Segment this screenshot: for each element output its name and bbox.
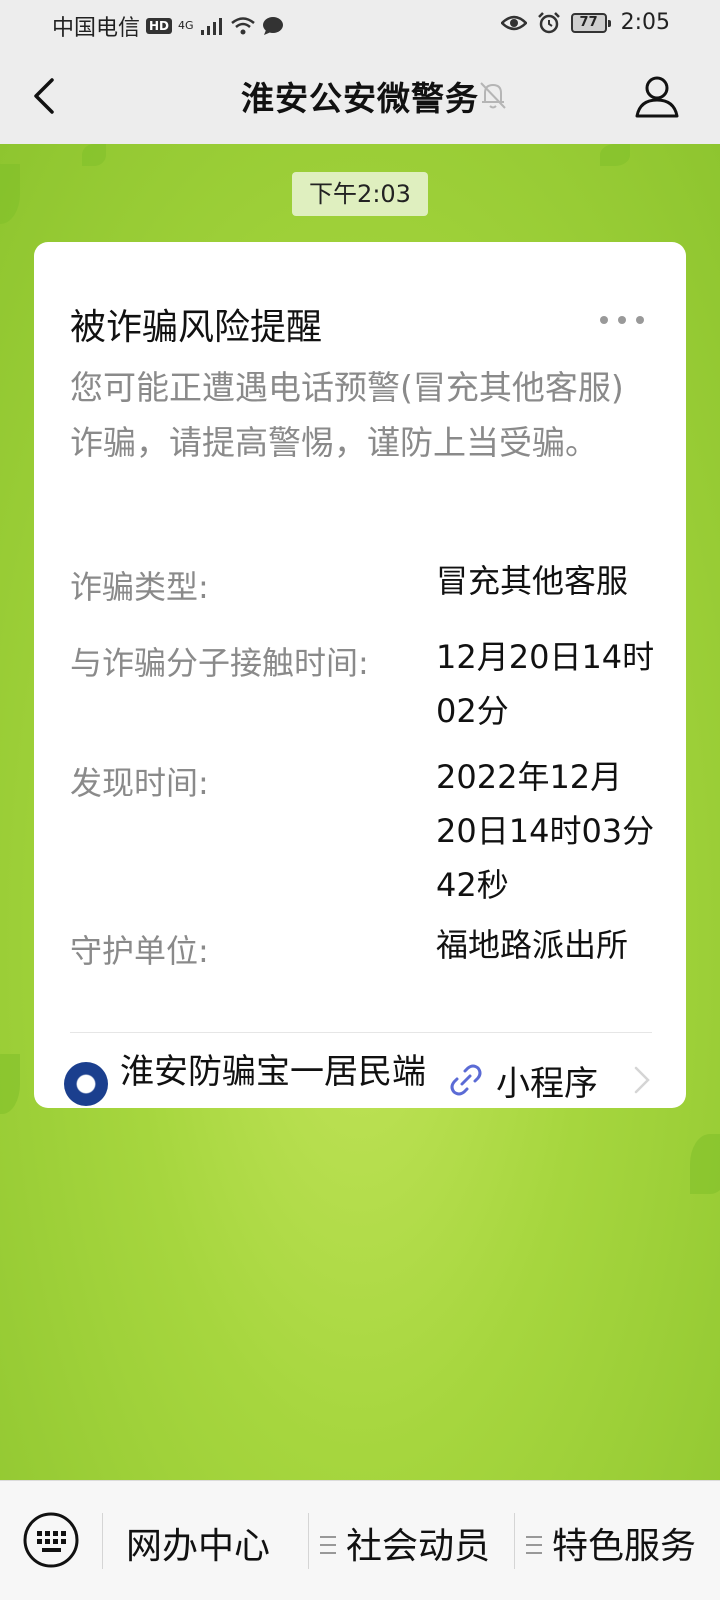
background-leaf bbox=[690, 1134, 720, 1194]
mini-program-tag: 小程序 bbox=[496, 1064, 598, 1104]
field-value-contact-time: 12月20日14时02分 bbox=[436, 638, 655, 730]
more-options-button[interactable] bbox=[600, 310, 644, 330]
field-value-guard-unit: 福地路派出所 bbox=[436, 926, 629, 964]
card-title: 被诈骗风险提醒 bbox=[70, 307, 323, 348]
menu-list-icon bbox=[526, 1536, 542, 1554]
background-leaf bbox=[82, 144, 106, 166]
clock-time: 2:05 bbox=[620, 10, 670, 35]
field-label-fraud-type: 诈骗类型: bbox=[70, 568, 209, 606]
person-icon bbox=[635, 76, 679, 118]
bell-muted-icon bbox=[476, 78, 510, 112]
network-type-label: 4G bbox=[178, 19, 194, 32]
menu-separator bbox=[514, 1513, 515, 1569]
menu-item-label: 社会动员 bbox=[346, 1526, 491, 1567]
card-divider bbox=[70, 1032, 652, 1033]
background-leaf bbox=[600, 144, 630, 166]
bottom-menu-bar: 网办中心 社会动员 特色服务 bbox=[0, 1480, 720, 1600]
fraud-alert-card[interactable]: 被诈骗风险提醒 您可能正遭遇电话预警(冒充其他客服)诈骗，请提高警惕，谨防上当受… bbox=[34, 242, 686, 1108]
menu-list-icon bbox=[320, 1536, 336, 1554]
link-icon bbox=[448, 1062, 484, 1098]
mini-program-name: 淮安防骗宝一居民端 bbox=[120, 1052, 426, 1092]
keyboard-toggle-button[interactable] bbox=[22, 1511, 80, 1569]
ellipsis-dot bbox=[600, 316, 608, 324]
chat-bubble-icon bbox=[262, 17, 283, 35]
field-label-contact-time: 与诈骗分子接触时间: bbox=[70, 644, 369, 682]
eye-icon bbox=[500, 15, 527, 30]
title-bar: 淮安公安微警务 bbox=[0, 48, 720, 144]
menu-separator bbox=[102, 1513, 103, 1569]
status-left: 中国电信 HD 4G bbox=[52, 10, 284, 42]
status-right: 77 2:05 bbox=[500, 10, 670, 35]
wifi-icon bbox=[230, 17, 255, 35]
menu-item-label: 特色服务 bbox=[552, 1526, 697, 1567]
card-description: 您可能正遭遇电话预警(冒充其他客服)诈骗，请提高警惕，谨防上当受骗。 bbox=[70, 368, 624, 462]
hd-badge: HD bbox=[146, 18, 173, 34]
keyboard-icon bbox=[23, 1512, 79, 1568]
wechat-official-account-chat: 中国电信 HD 4G 77 2:05 淮安公安微警务 下午2:03 被诈骗风险提… bbox=[0, 0, 720, 1600]
ellipsis-dot bbox=[636, 316, 644, 324]
chat-background: 下午2:03 被诈骗风险提醒 您可能正遭遇电话预警(冒充其他客服)诈骗，请提高警… bbox=[0, 144, 720, 1480]
ellipsis-dot bbox=[618, 316, 626, 324]
mini-program-logo bbox=[64, 1062, 108, 1106]
field-value-discovery-time: 2022年12月20日14时03分42秒 bbox=[436, 758, 655, 904]
menu-item-featured-services[interactable]: 特色服务 bbox=[526, 1517, 696, 1569]
page-title: 淮安公安微警务 bbox=[241, 79, 479, 118]
menu-separator bbox=[308, 1513, 309, 1569]
background-leaf bbox=[0, 164, 20, 224]
chevron-right-icon bbox=[632, 1064, 652, 1096]
menu-item-online-service[interactable]: 网办中心 bbox=[126, 1517, 270, 1569]
field-label-discovery-time: 发现时间: bbox=[70, 764, 209, 802]
profile-button[interactable] bbox=[632, 72, 682, 122]
field-value-fraud-type: 冒充其他客服 bbox=[436, 562, 629, 600]
status-bar: 中国电信 HD 4G 77 2:05 bbox=[0, 0, 720, 48]
message-timestamp: 下午2:03 bbox=[292, 172, 428, 216]
alarm-icon bbox=[537, 11, 560, 33]
signal-icon bbox=[200, 18, 222, 35]
carrier-label: 中国电信 bbox=[52, 16, 141, 41]
battery-indicator: 77 bbox=[570, 12, 611, 33]
menu-item-label: 网办中心 bbox=[126, 1526, 271, 1567]
field-label-guard-unit: 守护单位: bbox=[70, 932, 209, 970]
background-leaf bbox=[0, 1054, 20, 1114]
menu-item-social-mobilization[interactable]: 社会动员 bbox=[320, 1517, 490, 1569]
